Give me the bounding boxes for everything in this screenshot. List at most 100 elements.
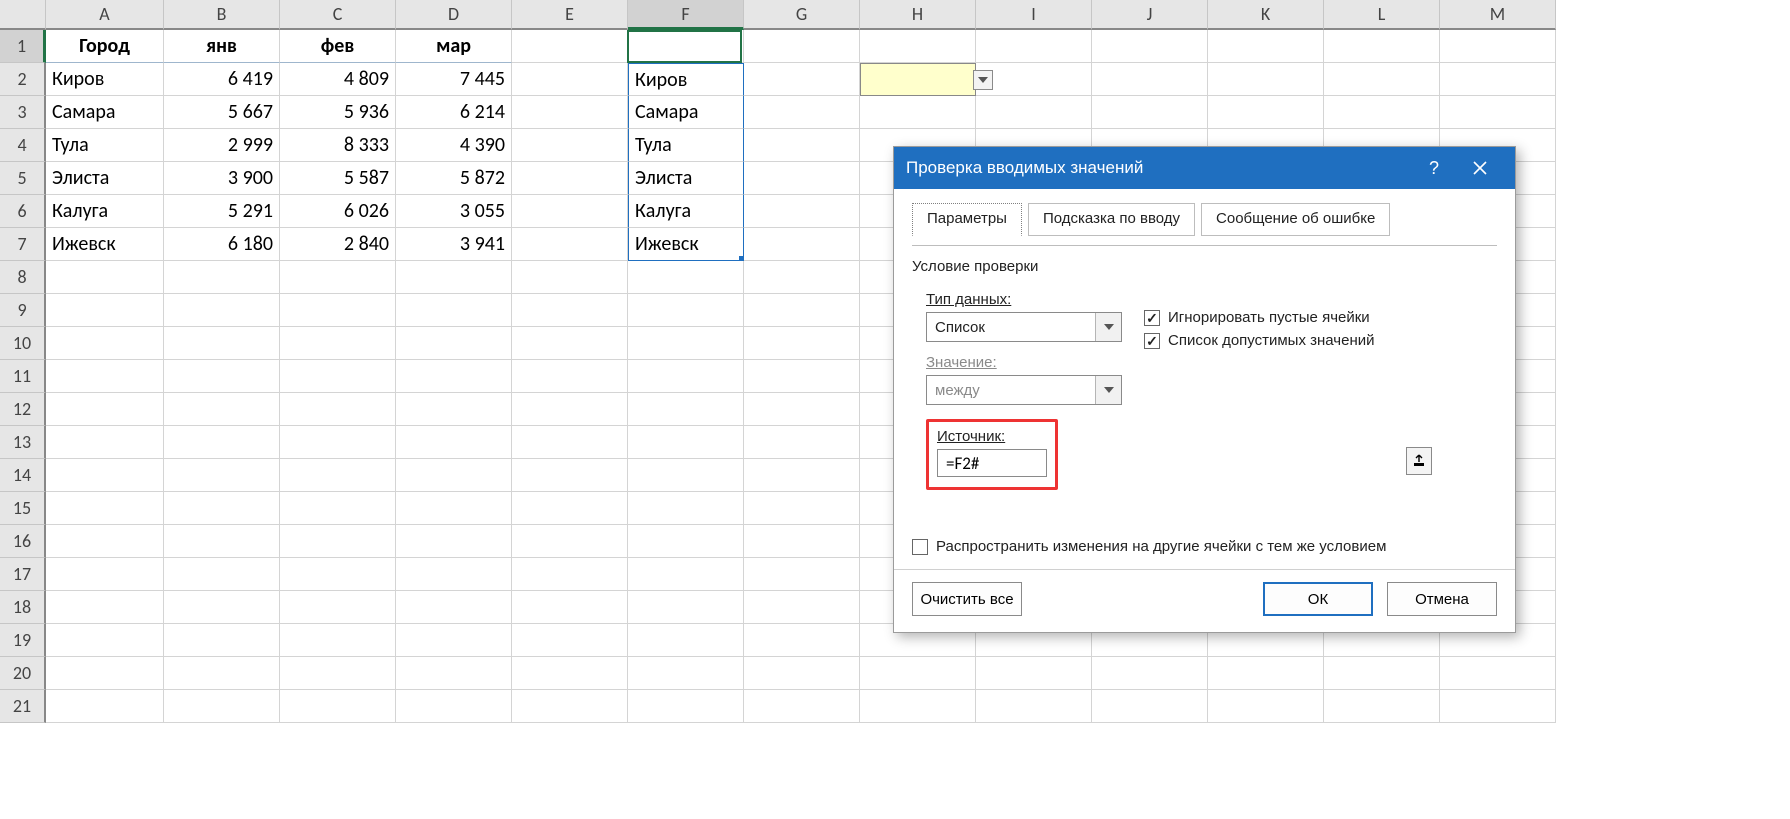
clear-all-button[interactable]: Очистить все — [912, 582, 1022, 616]
cell[interactable] — [1440, 96, 1556, 129]
cell[interactable] — [744, 393, 860, 426]
row-header[interactable]: 17 — [0, 558, 46, 591]
col-header[interactable]: M — [1440, 0, 1556, 30]
cell[interactable]: 4 390 — [396, 129, 512, 162]
cell[interactable]: Тула — [46, 129, 164, 162]
cell[interactable] — [1208, 96, 1324, 129]
cell[interactable] — [164, 294, 280, 327]
cell[interactable]: Город — [46, 30, 164, 63]
cell[interactable] — [512, 360, 628, 393]
cell[interactable] — [46, 690, 164, 723]
validation-cell[interactable] — [860, 63, 976, 96]
cell[interactable] — [280, 624, 396, 657]
cell[interactable] — [512, 63, 628, 96]
cell[interactable]: Ижевск — [628, 228, 744, 261]
cell[interactable]: 8 333 — [280, 129, 396, 162]
cell[interactable] — [1092, 30, 1208, 63]
cell[interactable]: мар — [396, 30, 512, 63]
cell[interactable] — [512, 129, 628, 162]
cell[interactable] — [744, 558, 860, 591]
cell[interactable] — [628, 393, 744, 426]
cell[interactable] — [512, 228, 628, 261]
help-button[interactable]: ? — [1411, 147, 1457, 189]
cell[interactable]: Самара — [46, 96, 164, 129]
cell[interactable] — [396, 294, 512, 327]
cell[interactable]: Самара — [628, 96, 744, 129]
cell[interactable] — [280, 525, 396, 558]
cell[interactable] — [396, 558, 512, 591]
cell[interactable] — [396, 690, 512, 723]
cell[interactable]: 6 419 — [164, 63, 280, 96]
cell[interactable]: янв — [164, 30, 280, 63]
cell[interactable] — [628, 30, 744, 63]
cell[interactable]: 3 900 — [164, 162, 280, 195]
data-type-select[interactable]: Список — [926, 312, 1122, 342]
cell[interactable] — [628, 657, 744, 690]
cell[interactable]: Элиста — [46, 162, 164, 195]
row-header[interactable]: 6 — [0, 195, 46, 228]
row-header[interactable]: 19 — [0, 624, 46, 657]
cell[interactable] — [46, 624, 164, 657]
col-header[interactable]: F — [628, 0, 744, 30]
cell[interactable] — [46, 525, 164, 558]
cell[interactable] — [512, 690, 628, 723]
col-header[interactable]: G — [744, 0, 860, 30]
cell[interactable] — [860, 690, 976, 723]
row-header[interactable]: 16 — [0, 525, 46, 558]
cell[interactable] — [1208, 690, 1324, 723]
cell[interactable] — [46, 459, 164, 492]
cell[interactable] — [512, 30, 628, 63]
cell[interactable] — [860, 30, 976, 63]
data-validation-dialog[interactable]: Проверка вводимых значений ? Параметры П… — [893, 146, 1516, 633]
cell[interactable] — [1092, 690, 1208, 723]
cell[interactable] — [164, 657, 280, 690]
cell[interactable] — [1440, 657, 1556, 690]
cell[interactable] — [280, 591, 396, 624]
cell[interactable]: Киров — [46, 63, 164, 96]
col-header[interactable]: K — [1208, 0, 1324, 30]
cell[interactable]: Элиста — [628, 162, 744, 195]
cell[interactable] — [744, 195, 860, 228]
cell[interactable] — [512, 261, 628, 294]
cell[interactable] — [744, 690, 860, 723]
cell[interactable] — [164, 624, 280, 657]
cell[interactable]: 5 667 — [164, 96, 280, 129]
row-header[interactable]: 2 — [0, 63, 46, 96]
col-header[interactable]: C — [280, 0, 396, 30]
cell[interactable] — [1324, 63, 1440, 96]
cell[interactable] — [396, 459, 512, 492]
cell[interactable]: фев — [280, 30, 396, 63]
row-header[interactable]: 12 — [0, 393, 46, 426]
cell[interactable] — [512, 294, 628, 327]
select-all-corner[interactable] — [0, 0, 46, 30]
row-header[interactable]: 1 — [0, 30, 46, 63]
row-header[interactable]: 10 — [0, 327, 46, 360]
cell[interactable]: 5 587 — [280, 162, 396, 195]
cell[interactable] — [744, 657, 860, 690]
range-picker-button[interactable] — [1406, 447, 1432, 475]
cell[interactable] — [512, 162, 628, 195]
cell[interactable] — [976, 96, 1092, 129]
cell[interactable] — [1092, 657, 1208, 690]
cell[interactable]: Калуга — [46, 195, 164, 228]
cell[interactable] — [976, 690, 1092, 723]
cell[interactable] — [396, 492, 512, 525]
in-cell-dropdown-checkbox[interactable]: Список допустимых значений — [1144, 332, 1375, 349]
row-header[interactable]: 21 — [0, 690, 46, 723]
dialog-titlebar[interactable]: Проверка вводимых значений ? — [894, 147, 1515, 189]
cell[interactable] — [1324, 96, 1440, 129]
cell[interactable] — [512, 624, 628, 657]
cell[interactable] — [280, 558, 396, 591]
cell[interactable] — [164, 360, 280, 393]
col-header[interactable]: D — [396, 0, 512, 30]
cell[interactable] — [46, 261, 164, 294]
cell[interactable] — [628, 690, 744, 723]
cell[interactable] — [164, 690, 280, 723]
cell[interactable] — [1440, 63, 1556, 96]
cell[interactable] — [164, 261, 280, 294]
row-header[interactable]: 7 — [0, 228, 46, 261]
cell[interactable] — [280, 426, 396, 459]
cell[interactable]: 6 026 — [280, 195, 396, 228]
row-header[interactable]: 9 — [0, 294, 46, 327]
cell[interactable]: 7 445 — [396, 63, 512, 96]
